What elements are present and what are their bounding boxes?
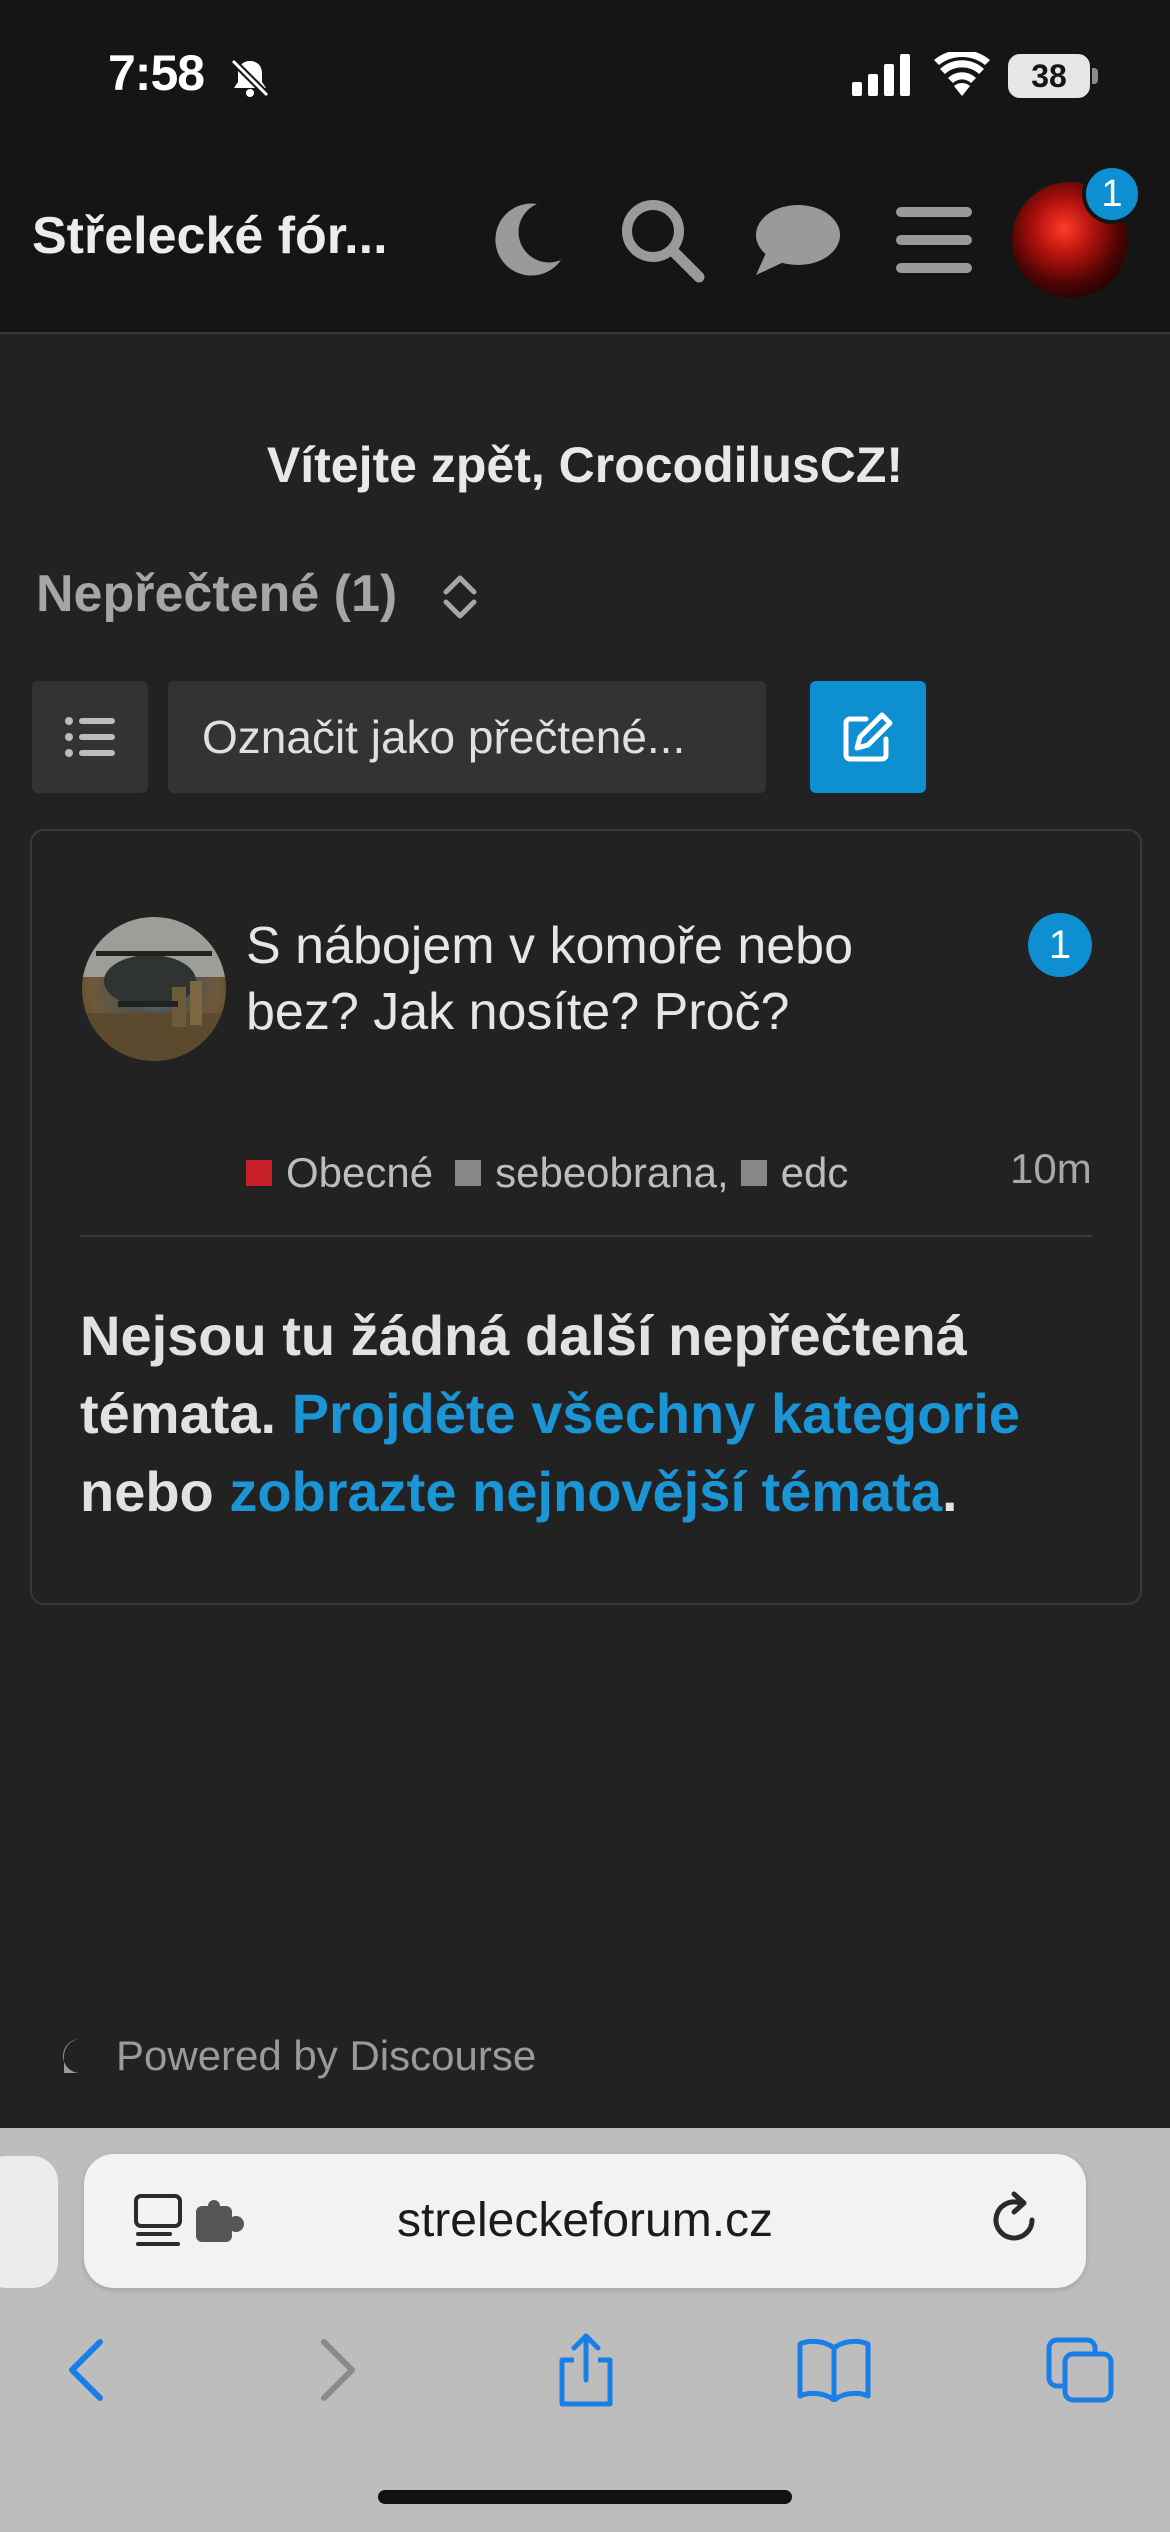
tag-square <box>455 1160 482 1186</box>
battery-indicator: 38 <box>1008 54 1090 98</box>
wifi-icon <box>934 49 990 101</box>
topic-title-link[interactable]: S nábojem v komoře nebo bez? Jak nosíte?… <box>246 913 866 1045</box>
chevron-up-down-icon[interactable] <box>440 572 480 627</box>
category-color-square <box>246 1160 272 1186</box>
battery-cap <box>1092 68 1098 84</box>
topic-activity-time[interactable]: 10m <box>1010 1145 1092 1193</box>
site-title[interactable]: Střelecké fór... <box>32 206 388 266</box>
bookmarks-button[interactable] <box>784 2320 884 2420</box>
mark-as-read-button[interactable]: Označit jako přečtené... <box>168 681 766 793</box>
chevron-right-icon <box>321 2339 355 2401</box>
discourse-logo-icon <box>62 2039 88 2073</box>
welcome-message: Vítejte zpět, CrocodilusCZ! <box>266 437 904 493</box>
tabs-icon <box>1046 2337 1114 2403</box>
chevron-left-icon <box>69 2339 103 2401</box>
tag-square <box>740 1160 767 1186</box>
silent-bell-icon <box>228 56 272 105</box>
status-bar: 7:58 38 <box>0 0 1170 150</box>
powered-by-text: Powered by Discourse <box>116 2032 537 2079</box>
address-bar[interactable]: streleckeforum.cz <box>84 2154 1086 2288</box>
site-header: Střelecké fór... 1 <box>0 150 1170 334</box>
search-icon[interactable] <box>612 190 712 290</box>
reader-mode-icon[interactable] <box>134 2194 186 2255</box>
share-icon <box>559 2333 613 2407</box>
topic-list-card: S nábojem v komoře nebo bez? Jak nosíte?… <box>30 829 1142 1605</box>
latest-topics-link[interactable]: zobrazte nejnovější témata <box>229 1460 942 1523</box>
home-indicator <box>378 2490 792 2504</box>
browse-categories-link[interactable]: Projděte všechny kategorie <box>292 1382 1020 1445</box>
status-time: 7:58 <box>108 45 205 101</box>
reload-icon[interactable] <box>984 2190 1044 2255</box>
notification-badge[interactable]: 1 <box>1082 164 1142 224</box>
tabs-button[interactable] <box>1030 2320 1130 2420</box>
topic-poster-avatar[interactable] <box>82 917 226 1061</box>
bulk-select-button[interactable] <box>32 681 148 793</box>
extensions-icon[interactable] <box>196 2200 246 2249</box>
powered-by-footer[interactable]: Powered by Discourse <box>60 2032 536 2080</box>
empty-text-3: . <box>942 1460 958 1523</box>
cellular-signal-icon <box>852 54 914 101</box>
tag-sebeobrana[interactable]: sebeobrana, <box>495 1149 729 1197</box>
chat-icon[interactable] <box>746 190 846 290</box>
topic-meta: Obecné sebeobrana, edc <box>246 1149 848 1197</box>
unread-count-badge[interactable]: 1 <box>1028 913 1092 977</box>
divider <box>80 1235 1092 1237</box>
new-topic-button[interactable] <box>810 681 926 793</box>
list-icon <box>65 717 115 757</box>
empty-text-2: nebo <box>80 1460 230 1523</box>
share-button[interactable] <box>536 2320 636 2420</box>
forward-button[interactable] <box>288 2320 388 2420</box>
tag-edc[interactable]: edc <box>781 1149 849 1197</box>
moon-icon[interactable] <box>478 190 578 290</box>
hamburger-menu-icon[interactable] <box>884 190 984 290</box>
no-more-topics-message: Nejsou tu žádná další nepřečtená témata.… <box>80 1297 1110 1531</box>
filter-dropdown[interactable]: Nepřečtené (1) <box>36 564 397 624</box>
back-button[interactable] <box>36 2320 136 2420</box>
previous-tab-preview[interactable] <box>0 2156 58 2288</box>
category-badge[interactable]: Obecné <box>286 1149 433 1197</box>
edit-icon <box>843 712 893 762</box>
book-icon <box>797 2338 871 2402</box>
